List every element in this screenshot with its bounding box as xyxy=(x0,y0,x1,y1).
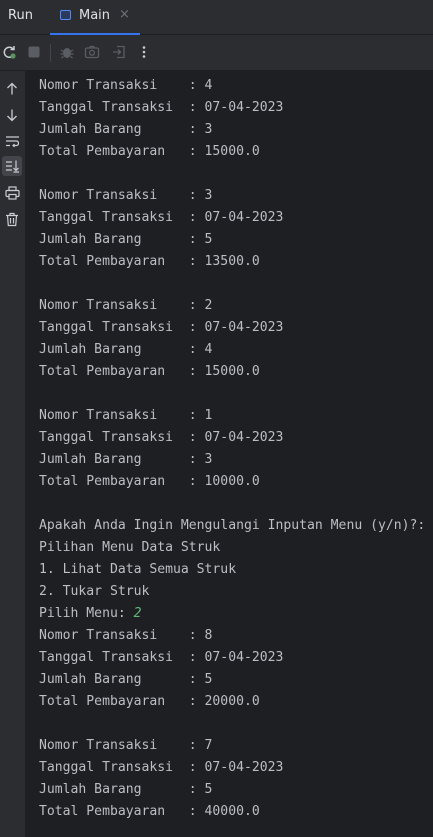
console-line: Total Pembayaran : 20000.0 xyxy=(39,691,425,713)
console-line-text: Tanggal Transaksi : 07-04-2023 xyxy=(39,320,284,335)
console-line-text: 2. Tukar Struk xyxy=(39,584,150,599)
debug-icon[interactable] xyxy=(58,43,76,61)
run-config-icon xyxy=(60,10,71,20)
console-line: Tanggal Transaksi : 07-04-2023 xyxy=(39,97,425,119)
tab-main[interactable]: Main × xyxy=(50,0,140,35)
console-line-text: Total Pembayaran : 10000.0 xyxy=(39,474,260,489)
console-line-text: Tanggal Transaksi : 07-04-2023 xyxy=(39,100,284,115)
console-line: Jumlah Barang : 5 xyxy=(39,229,425,251)
console-line-text: Pilihan Menu Data Struk xyxy=(39,540,221,555)
console-line-text: Total Pembayaran : 40000.0 xyxy=(39,804,260,819)
soft-wrap-icon[interactable] xyxy=(2,131,22,151)
console-line: Nomor Transaksi : 2 xyxy=(39,295,425,317)
console-line: Nomor Transaksi : 3 xyxy=(39,185,425,207)
run-tab-bar: Run Main × xyxy=(0,0,433,35)
console-line-text: Pilih Menu: xyxy=(39,606,134,621)
console-line-text: 1. Lihat Data Semua Struk xyxy=(39,562,237,577)
console-line-text: Total Pembayaran : 13500.0 xyxy=(39,254,260,269)
console-line-text: Jumlah Barang : 5 xyxy=(39,782,213,797)
console-line-text: Nomor Transaksi : 3 xyxy=(39,188,213,203)
run-panel-title: Run xyxy=(8,8,33,23)
console-line: Jumlah Barang : 3 xyxy=(39,449,425,471)
console-line: Total Pembayaran : 15000.0 xyxy=(39,141,425,163)
console-line-text: Nomor Transaksi : 7 xyxy=(39,738,213,753)
trash-icon[interactable] xyxy=(2,209,22,229)
console-line: Nomor Transaksi : 8 xyxy=(39,625,425,647)
console-line-text: Jumlah Barang : 5 xyxy=(39,232,213,247)
console-line: Jumlah Barang : 3 xyxy=(39,119,425,141)
toolbar-separator xyxy=(50,44,51,62)
screenshot-icon[interactable] xyxy=(83,43,101,61)
console-line-text: Jumlah Barang : 5 xyxy=(39,672,213,687)
close-icon[interactable]: × xyxy=(119,7,130,22)
console-line-text: Tanggal Transaksi : 07-04-2023 xyxy=(39,210,284,225)
stop-icon[interactable] xyxy=(25,43,43,61)
arrow-up-icon[interactable] xyxy=(2,79,22,99)
console-line: Total Pembayaran : 13500.0 xyxy=(39,251,425,273)
console-line: Jumlah Barang : 5 xyxy=(39,779,425,801)
more-icon[interactable] xyxy=(135,43,153,61)
console-line: Nomor Transaksi : 7 xyxy=(39,735,425,757)
console-line: Tanggal Transaksi : 07-04-2023 xyxy=(39,647,425,669)
console-line-text: Apakah Anda Ingin Mengulangi Inputan Men… xyxy=(39,518,426,533)
print-icon[interactable] xyxy=(2,183,22,203)
rerun-icon[interactable] xyxy=(0,43,18,61)
console-line-text: Nomor Transaksi : 1 xyxy=(39,408,213,423)
arrow-down-icon[interactable] xyxy=(2,105,22,125)
console-line-text: Nomor Transaksi : 4 xyxy=(39,78,213,93)
run-toolbar xyxy=(0,35,433,71)
console-line-text: Jumlah Barang : 4 xyxy=(39,342,213,357)
console-side-toolbar xyxy=(0,71,25,837)
exit-icon[interactable] xyxy=(110,43,128,61)
console-line-text: Tanggal Transaksi : 07-04-2023 xyxy=(39,430,284,445)
console-line-text: Total Pembayaran : 15000.0 xyxy=(39,364,260,379)
console-line: Nomor Transaksi : 1 xyxy=(39,405,425,427)
tab-main-label: Main xyxy=(79,8,111,23)
user-input-value: 2 xyxy=(133,606,142,621)
console-line: Pilih Menu: 2 xyxy=(39,603,425,625)
run-tool-window: Run Main × Nomor Transaksi: 4 Tanggal T… xyxy=(0,0,433,837)
console-line: Jumlah Barang : 4 xyxy=(39,339,425,361)
console-line: 1. Lihat Data Semua Struk xyxy=(39,559,425,581)
console-output[interactable]: Nomor Transaksi : 4 Tanggal Transaksi : 0… xyxy=(25,71,433,837)
console-line: Total Pembayaran : 40000.0 xyxy=(39,801,425,823)
console-line: 2. Tukar Struk xyxy=(39,581,425,603)
scroll-to-end-icon[interactable] xyxy=(2,156,22,176)
console-lines: Nomor Transaksi : 4 Tanggal Transaksi : 0… xyxy=(39,75,425,823)
console-line-text: Tanggal Transaksi : 07-04-2023 xyxy=(39,760,284,775)
console-line-text: Total Pembayaran : 20000.0 xyxy=(39,694,260,709)
console-line: Nomor Transaksi : 4 xyxy=(39,75,425,97)
console-line: Tanggal Transaksi : 07-04-2023 xyxy=(39,317,425,339)
console-line-text: Nomor Transaksi : 8 xyxy=(39,628,213,643)
console-line: Tanggal Transaksi : 07-04-2023 xyxy=(39,207,425,229)
console-line: Jumlah Barang : 5 xyxy=(39,669,425,691)
console-line-text: Nomor Transaksi : 2 xyxy=(39,298,213,313)
console-line: Total Pembayaran : 10000.0 xyxy=(39,471,425,493)
console-line-text: Jumlah Barang : 3 xyxy=(39,122,213,137)
console-line: Total Pembayaran : 15000.0 xyxy=(39,361,425,383)
console-line-text: Tanggal Transaksi : 07-04-2023 xyxy=(39,650,284,665)
console-line: Apakah Anda Ingin Mengulangi Inputan Men… xyxy=(39,515,425,537)
console-line: Tanggal Transaksi : 07-04-2023 xyxy=(39,427,425,449)
console-line-text: Total Pembayaran : 15000.0 xyxy=(39,144,260,159)
console-line: Pilihan Menu Data Struk xyxy=(39,537,425,559)
console-line: Tanggal Transaksi : 07-04-2023 xyxy=(39,757,425,779)
console-line-text: Jumlah Barang : 3 xyxy=(39,452,213,467)
